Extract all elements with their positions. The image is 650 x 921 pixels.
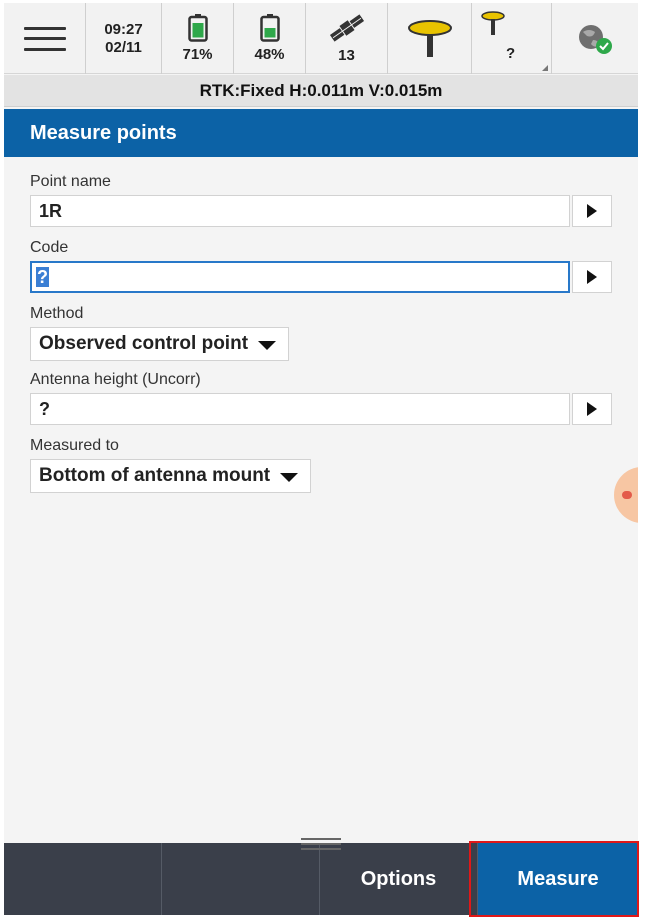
satellite-icon — [329, 14, 364, 42]
measure-form: Point name 1R Code ? Method Observed con… — [4, 157, 638, 843]
dropdown-arrow-icon — [280, 473, 299, 482]
page-title: Measure points — [4, 109, 638, 157]
point-name-label: Point name — [30, 173, 111, 190]
method-value: Observed control point — [39, 333, 249, 354]
time-text: 09:27 — [104, 20, 143, 38]
connection-status[interactable] — [552, 3, 638, 74]
method-label: Method — [30, 305, 84, 322]
point-name-arrow-button[interactable] — [572, 195, 612, 227]
antenna-height-label: Antenna height (Uncorr) — [30, 371, 201, 388]
point-name-input[interactable]: 1R — [30, 195, 570, 227]
antenna-height-input[interactable]: ? — [30, 393, 570, 425]
antenna-icon — [481, 11, 505, 35]
arrow-right-icon — [587, 402, 597, 416]
arrow-right-icon — [587, 270, 597, 284]
code-input-text: ? — [36, 267, 49, 287]
dropdown-arrow-icon — [258, 341, 277, 350]
battery-2-percent: 48% — [254, 46, 285, 63]
side-panel-handle[interactable] — [614, 467, 638, 523]
arrow-right-icon — [587, 204, 597, 218]
battery-2[interactable]: 48% — [234, 3, 306, 74]
options-button[interactable]: Options — [320, 843, 478, 915]
bottom-bar-grip-icon[interactable] — [301, 836, 341, 852]
softkey-2[interactable] — [162, 843, 320, 915]
globe-check-icon — [579, 24, 612, 54]
options-label: Options — [360, 867, 437, 890]
receiver-antenna[interactable] — [388, 3, 472, 74]
satellites[interactable]: 13 — [306, 3, 388, 74]
handle-dot-icon — [622, 491, 632, 499]
code-arrow-button[interactable] — [572, 261, 612, 293]
second-antenna-status: ? — [506, 45, 516, 62]
date-text: 02/11 — [105, 38, 142, 56]
second-antenna[interactable]: ? — [472, 3, 552, 74]
battery-icon — [259, 14, 280, 42]
status-bar: 09:27 02/11 71% 48% 13 ? — [4, 3, 638, 74]
code-input[interactable]: ? — [30, 261, 570, 293]
antenna-height-arrow-button[interactable] — [572, 393, 612, 425]
menu-button[interactable] — [4, 3, 86, 74]
method-dropdown[interactable]: Observed control point — [30, 327, 290, 361]
measured-to-dropdown[interactable]: Bottom of antenna mount — [30, 459, 312, 493]
measured-to-value: Bottom of antenna mount — [39, 465, 271, 486]
measure-highlight-box — [469, 841, 639, 917]
battery-1[interactable]: 71% — [162, 3, 234, 74]
battery-1-percent: 71% — [182, 46, 213, 63]
satellite-count: 13 — [338, 47, 355, 64]
app-window: 09:27 02/11 71% 48% 13 ? RTK:Fixed H:0.0… — [4, 3, 638, 915]
measured-to-label: Measured to — [30, 437, 119, 454]
clock[interactable]: 09:27 02/11 — [86, 3, 162, 74]
hamburger-icon — [23, 26, 66, 51]
antenna-icon — [407, 19, 452, 57]
battery-icon — [187, 14, 208, 42]
code-label: Code — [30, 239, 69, 256]
softkey-1[interactable] — [4, 843, 162, 915]
rtk-status: RTK:Fixed H:0.011m V:0.015m — [4, 75, 638, 107]
corner-indicator — [542, 65, 548, 71]
